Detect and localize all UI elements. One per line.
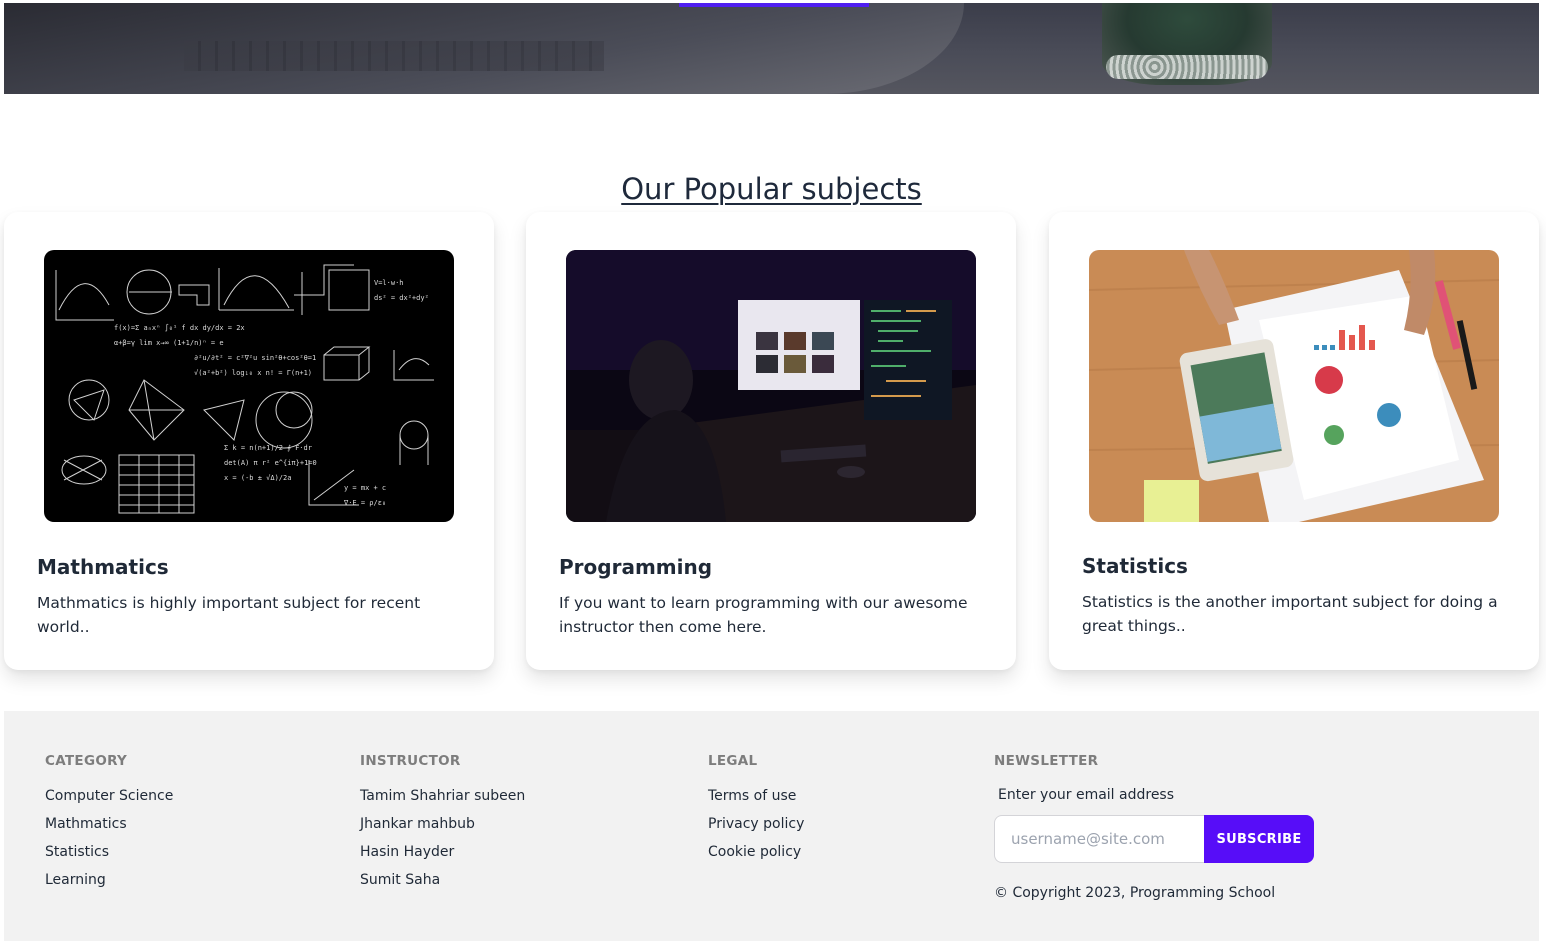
footer-link-instructor[interactable]: Tamim Shahriar subeen [360, 787, 525, 815]
svg-text:∂²u/∂t² = c²∇²u sin²θ+cos²θ=: ∂²u/∂t² = c²∇²u sin²θ+cos²θ=1 [194, 354, 316, 362]
card-title: Statistics [1082, 554, 1188, 578]
svg-text:∇·E = ρ/ε₀: ∇·E = ρ/ε₀ [343, 499, 386, 507]
footer-heading: INSTRUCTOR [360, 753, 461, 769]
site-footer: CATEGORY Computer Science Mathmatics Sta… [4, 711, 1539, 941]
card-description: If you want to learn programming with ou… [559, 594, 968, 636]
footer-heading: CATEGORY [45, 753, 128, 769]
footer-link-cookie-policy[interactable]: Cookie policy [708, 843, 804, 871]
newsletter-form: SUBSCRIBE [994, 815, 1314, 863]
card-description: Statistics is the another important subj… [1082, 593, 1498, 635]
footer-link-learning[interactable]: Learning [45, 871, 173, 899]
svg-text:y = mx + c: y = mx + c [344, 484, 386, 492]
hero-banner-image [4, 3, 1539, 94]
hero-accent-bar [679, 3, 869, 7]
footer-instructor-column: INSTRUCTOR Tamim Shahriar subeen Jhankar… [360, 753, 525, 899]
svg-text:√(a²+b²) log₁₀ x n! = Γ(n+1): √(a²+b²) log₁₀ x n! = Γ(n+1) [194, 369, 312, 377]
footer-link-terms-of-use[interactable]: Terms of use [708, 787, 804, 815]
svg-text:Σ k = n(n+1)/2 ∮ F·dr: Σ k = n(n+1)/2 ∮ F·dr [224, 444, 312, 452]
footer-link-privacy-policy[interactable]: Privacy policy [708, 815, 804, 843]
charts-tablet-image [1089, 250, 1499, 522]
footer-link-instructor[interactable]: Hasin Hayder [360, 843, 525, 871]
svg-text:V=l·w·h: V=l·w·h [374, 279, 404, 287]
copyright-text: © Copyright 2023, Programming School [994, 885, 1276, 901]
subject-card-mathematics[interactable]: f(x)=Σ aₙxⁿ ∫₀¹ f dx dy/dx = 2x α+β=γ li… [4, 212, 494, 670]
card-description: Mathmatics is highly important subject f… [37, 594, 421, 636]
svg-text:x = (-b ± √Δ)/2a: x = (-b ± √Δ)/2a [224, 474, 291, 482]
footer-link-computer-science[interactable]: Computer Science [45, 787, 173, 815]
card-title: Programming [559, 555, 713, 579]
subscribe-button[interactable]: SUBSCRIBE [1204, 815, 1314, 863]
card-title: Mathmatics [37, 555, 169, 579]
subject-card-programming[interactable]: Programming If you want to learn program… [526, 212, 1016, 670]
svg-text:ds² = dx²+dy²: ds² = dx²+dy² [374, 294, 429, 302]
footer-heading: NEWSLETTER [994, 753, 1099, 769]
footer-heading: LEGAL [708, 753, 758, 769]
footer-legal-column: LEGAL Terms of use Privacy policy Cookie… [708, 753, 804, 871]
svg-text:α+β=γ lim x→∞ (1+1/n)ⁿ = e: α+β=γ lim x→∞ (1+1/n)ⁿ = e [114, 339, 224, 347]
footer-link-instructor[interactable]: Jhankar mahbub [360, 815, 525, 843]
programmer-desk-image [566, 250, 976, 522]
svg-text:f(x)=Σ aₙxⁿ ∫₀¹ f dx dy/dx =: f(x)=Σ aₙxⁿ ∫₀¹ f dx dy/dx = 2x [114, 323, 245, 332]
math-chalkboard-image: f(x)=Σ aₙxⁿ ∫₀¹ f dx dy/dx = 2x α+β=γ li… [44, 250, 454, 522]
footer-link-mathmatics[interactable]: Mathmatics [45, 815, 173, 843]
footer-link-statistics[interactable]: Statistics [45, 843, 173, 871]
subject-card-statistics[interactable]: Statistics Statistics is the another imp… [1049, 212, 1539, 670]
footer-newsletter-column: NEWSLETTER Enter your email address SUBS… [994, 753, 1314, 901]
section-title: Our Popular subjects [621, 172, 922, 206]
footer-category-column: CATEGORY Computer Science Mathmatics Sta… [45, 753, 173, 899]
footer-link-instructor[interactable]: Sumit Saha [360, 871, 525, 899]
svg-text:det(A) π r² e^{iπ}+1=0: det(A) π r² e^{iπ}+1=0 [224, 459, 317, 467]
newsletter-email-input[interactable] [994, 815, 1204, 863]
newsletter-email-label: Enter your email address [998, 787, 1175, 803]
